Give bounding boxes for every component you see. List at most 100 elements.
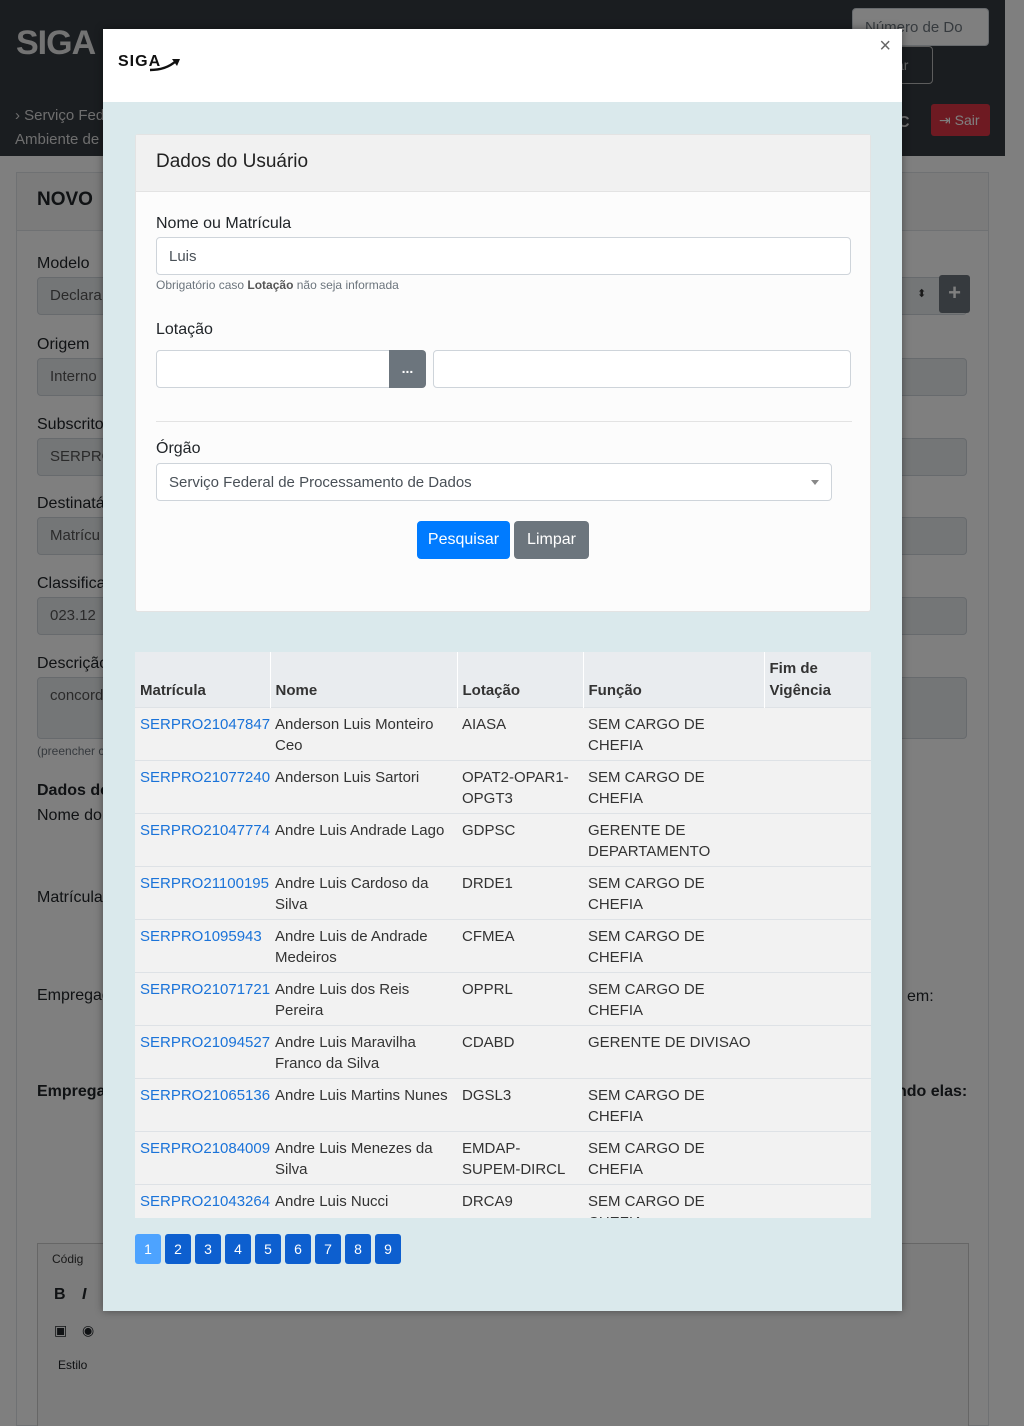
lotacao-cell: EMDAP-SUPEM-DIRCL (457, 1130, 583, 1184)
matricula-link[interactable]: SERPRO21065136 (135, 1077, 270, 1131)
header-fim-vigencia[interactable]: Fim de Vigência (764, 652, 871, 707)
funcao-cell: GERENTE DE DEPARTAMENTO (583, 812, 764, 866)
funcao-cell: SEM CARGO DE CHEFIA (583, 1077, 764, 1131)
name-cell: Anderson Luis Sartori (270, 759, 457, 813)
name-or-matricula-label: Nome ou Matrícula (156, 215, 292, 232)
name-field-hint: Obrigatório caso Lotação não seja inform… (156, 278, 399, 292)
name-cell: Andre Luis Nucci (270, 1183, 457, 1218)
lotacao-cell: GDPSC (457, 812, 583, 866)
results-table-container[interactable]: Matrícula Nome Lotação Função Fim de Vig… (135, 652, 871, 1218)
name-cell: Andre Luis Martins Nunes (270, 1077, 457, 1131)
matricula-link[interactable]: SERPRO21071721 (135, 971, 270, 1025)
fim-vigencia-cell (764, 1077, 871, 1131)
lotacao-code-input[interactable] (156, 350, 390, 388)
page-button[interactable]: 6 (285, 1234, 311, 1264)
name-cell: Andre Luis Andrade Lago (270, 812, 457, 866)
results-table: Matrícula Nome Lotação Função Fim de Vig… (135, 652, 871, 1218)
name-or-matricula-input[interactable]: Luis (156, 237, 851, 275)
page-button[interactable]: 9 (375, 1234, 401, 1264)
lotacao-cell: OPAT2-OPAR1-OPGT3 (457, 759, 583, 813)
lotacao-description-input[interactable] (433, 350, 851, 388)
matricula-link[interactable]: SERPRO21100195 (135, 865, 270, 919)
modal-header: SIGA × (103, 29, 902, 102)
table-row[interactable]: SERPRO21071721 Andre Luis dos Reis Pereir… (135, 971, 871, 1025)
fim-vigencia-cell (764, 759, 871, 813)
table-row[interactable]: SERPRO21047847 Anderson Luis Monteiro Ceo… (135, 706, 871, 760)
name-cell: Andre Luis Cardoso da Silva (270, 865, 457, 919)
funcao-cell: GERENTE DE DIVISAO (583, 1024, 764, 1078)
page-button[interactable]: 5 (255, 1234, 281, 1264)
table-row[interactable]: SERPRO21100195 Andre Luis Cardoso da Silv… (135, 865, 871, 919)
hint-prefix: Obrigatório caso (156, 278, 248, 292)
page-button[interactable]: 1 (135, 1234, 161, 1264)
fim-vigencia-cell (764, 1024, 871, 1078)
page-button[interactable]: 7 (315, 1234, 341, 1264)
fim-vigencia-cell (764, 971, 871, 1025)
matricula-link[interactable]: SERPRO21043264 (135, 1183, 270, 1218)
header-matricula[interactable]: Matrícula (135, 652, 271, 707)
name-cell: Andre Luis Menezes da Silva (270, 1130, 457, 1184)
table-row[interactable]: SERPRO21077240 Anderson Luis Sartori OPAT2… (135, 759, 871, 813)
user-search-modal: SIGA × Dados do Usuário Nome ou Matrícul… (103, 29, 902, 1311)
page-button[interactable]: 2 (165, 1234, 191, 1264)
clear-button[interactable]: Limpar (514, 521, 589, 559)
header-funcao[interactable]: Função (583, 652, 765, 707)
lotacao-cell: DGSL3 (457, 1077, 583, 1131)
table-row[interactable]: SERPRO1095943 Andre Luis de Andrade Medei… (135, 918, 871, 972)
fim-vigencia-cell (764, 865, 871, 919)
matricula-link[interactable]: SERPRO21084009 (135, 1130, 270, 1184)
lotacao-lookup-button[interactable]: ... (389, 350, 426, 388)
header-nome[interactable]: Nome (270, 652, 458, 707)
page-button[interactable]: 4 (225, 1234, 251, 1264)
name-cell: Anderson Luis Monteiro Ceo (270, 706, 457, 760)
lotacao-cell: DRDE1 (457, 865, 583, 919)
funcao-cell: SEM CARGO DE CHEFIA (583, 1183, 764, 1218)
lotacao-cell: DRCA9 (457, 1183, 583, 1218)
close-icon[interactable]: × (879, 35, 891, 58)
table-row[interactable]: SERPRO21094527 Andre Luis Maravilha Franc… (135, 1024, 871, 1078)
logo-arrow-icon (149, 59, 180, 72)
orgao-label: Órgão (156, 440, 201, 457)
name-cell: Andre Luis Maravilha Franco da Silva (270, 1024, 457, 1078)
page-button[interactable]: 8 (345, 1234, 371, 1264)
orgao-select[interactable]: Serviço Federal de Processamento de Dado… (156, 463, 832, 501)
matricula-link[interactable]: SERPRO21047774 (135, 812, 270, 866)
header-lotacao[interactable]: Lotação (457, 652, 584, 707)
hint-bold: Lotação (247, 278, 294, 292)
chevron-down-icon (811, 480, 819, 485)
table-row[interactable]: SERPRO21084009 Andre Luis Menezes da Silv… (135, 1130, 871, 1184)
table-row[interactable]: SERPRO21047774 Andre Luis Andrade Lago GDP… (135, 812, 871, 866)
lotacao-cell: CFMEA (457, 918, 583, 972)
lotacao-cell: AIASA (457, 706, 583, 760)
user-data-card: Dados do Usuário Nome ou Matrícula Luis … (135, 134, 871, 612)
funcao-cell: SEM CARGO DE CHEFIA (583, 865, 764, 919)
lotacao-cell: OPPRL (457, 971, 583, 1025)
lotacao-label: Lotação (156, 321, 213, 338)
name-cell: Andre Luis de Andrade Medeiros (270, 918, 457, 972)
page-button[interactable]: 3 (195, 1234, 221, 1264)
fim-vigencia-cell (764, 918, 871, 972)
fim-vigencia-cell (764, 812, 871, 866)
search-button[interactable]: Pesquisar (417, 521, 510, 559)
hint-suffix: não seja informada (293, 278, 399, 292)
matricula-link[interactable]: SERPRO21077240 (135, 759, 270, 813)
matricula-link[interactable]: SERPRO21047847 (135, 706, 270, 760)
funcao-cell: SEM CARGO DE CHEFIA (583, 918, 764, 972)
funcao-cell: SEM CARGO DE CHEFIA (583, 971, 764, 1025)
table-row[interactable]: SERPRO21043264 Andre Luis Nucci DRCA9 SEM C… (135, 1183, 871, 1218)
fim-vigencia-cell (764, 1130, 871, 1184)
funcao-cell: SEM CARGO DE CHEFIA (583, 759, 764, 813)
matricula-link[interactable]: SERPRO21094527 (135, 1024, 270, 1078)
table-row[interactable]: SERPRO21065136 Andre Luis Martins Nunes DG… (135, 1077, 871, 1131)
fim-vigencia-cell (764, 1183, 871, 1218)
matricula-link[interactable]: SERPRO1095943 (135, 918, 270, 972)
lotacao-cell: CDABD (457, 1024, 583, 1078)
table-header-row: Matrícula Nome Lotação Função Fim de Vig… (135, 652, 871, 707)
funcao-cell: SEM CARGO DE CHEFIA (583, 706, 764, 760)
funcao-cell: SEM CARGO DE CHEFIA (583, 1130, 764, 1184)
divider (156, 421, 852, 422)
modal-siga-logo: SIGA (118, 53, 180, 72)
fim-vigencia-cell (764, 706, 871, 760)
name-cell: Andre Luis dos Reis Pereira (270, 971, 457, 1025)
user-data-title: Dados do Usuário (136, 135, 870, 192)
